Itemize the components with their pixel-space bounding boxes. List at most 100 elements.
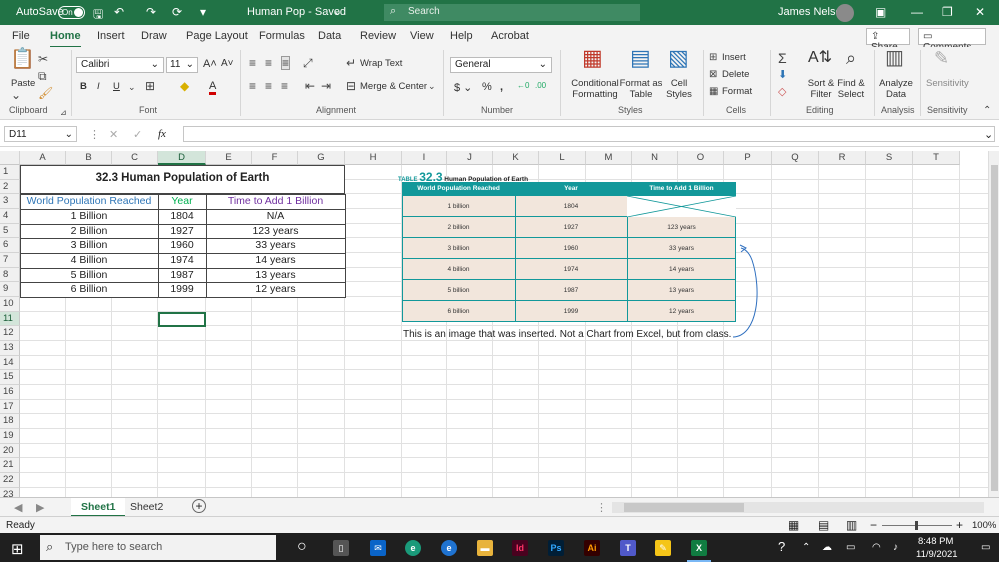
task-view-icon[interactable]: ▯ [333,540,349,556]
column-header[interactable]: N [632,151,678,165]
cancel-entry-icon[interactable]: ✕ [109,128,118,141]
chevron-down-icon[interactable]: ⌄ [11,89,21,101]
sensitivity-button[interactable]: Sensitivity [926,78,969,89]
find-select-icon[interactable]: ⌕ [846,49,856,67]
column-header[interactable]: E [206,151,252,165]
row-header[interactable]: 10 [0,297,20,312]
search-box[interactable]: ⌕ Search [384,4,640,21]
row-header[interactable]: 14 [0,355,20,371]
align-left-icon[interactable]: ≡ [249,80,256,92]
format-painter-icon[interactable]: 🖌 [38,87,53,99]
italic-button[interactable]: I [97,81,100,92]
insert-cells-button[interactable]: Insert [722,52,746,63]
next-sheet-icon[interactable]: ▶ [36,501,44,514]
column-header[interactable]: K [493,151,539,165]
column-header[interactable]: A [20,151,66,165]
dialog-launcher-icon[interactable]: ⊿ [60,107,67,119]
cell-styles-button[interactable]: Cell Styles [660,78,698,100]
name-box[interactable]: D11 ⌄ [4,126,77,142]
cut-icon[interactable]: ✂ [38,53,48,65]
percent-icon[interactable]: % [482,81,492,93]
orientation-icon[interactable]: ⤢ [303,57,313,69]
tab-acrobat[interactable]: Acrobat [491,30,529,42]
horizontal-scrollbar[interactable] [612,502,984,513]
row-header[interactable]: 23 [0,487,20,497]
row-header[interactable]: 21 [0,458,20,474]
minimize-icon[interactable]: — [911,5,923,19]
scroll-thumb[interactable] [624,503,744,512]
copy-icon[interactable]: ⧉ [38,70,47,82]
row-header[interactable]: 9 [0,282,20,298]
font-name-select[interactable]: Calibri ⌄ [76,57,164,73]
chevron-down-icon[interactable]: ⌄ [128,81,136,93]
scroll-thumb[interactable] [991,165,998,491]
bold-button[interactable]: B [80,81,87,92]
clock-time[interactable]: 8:48 PM [918,536,953,547]
align-center-icon[interactable]: ≡ [265,80,272,92]
column-header[interactable]: M [586,151,632,165]
cloud-icon[interactable]: ☁ [822,542,832,553]
currency-icon[interactable]: $ ⌄ [454,81,472,94]
page-layout-view-icon[interactable]: ▤ [818,518,829,532]
mail-icon[interactable]: ✉ [370,540,386,556]
autosave-toggle[interactable]: On [58,6,85,19]
borders-icon[interactable]: ⊞ [145,80,155,92]
comma-icon[interactable]: , [500,81,503,93]
number-format-select[interactable]: General ⌄ [450,57,552,73]
tab-data[interactable]: Data [318,30,341,42]
zoom-in-icon[interactable]: + [956,518,963,532]
conditional-formatting-button[interactable]: Conditional Formatting [568,78,622,100]
tab-sheet2[interactable]: Sheet2 [120,498,173,517]
cell-styles-icon[interactable]: ▧ [668,47,689,69]
decrease-decimal-icon[interactable]: .00 [535,81,546,90]
tab-view[interactable]: View [410,30,434,42]
close-icon[interactable]: ✕ [975,5,985,19]
row-header[interactable]: 18 [0,414,20,430]
inserted-image[interactable]: TABLE 32.3 Human Population of Earth Wor… [398,170,740,324]
column-header[interactable]: R [819,151,866,165]
paste-icon[interactable]: 📋 [10,49,35,69]
format-as-table-button[interactable]: Format as Table [618,78,664,100]
help-icon[interactable]: ? [778,539,785,554]
align-bottom-icon[interactable]: ≡ [281,56,291,70]
column-header[interactable]: G [298,151,345,165]
clear-icon[interactable]: ◇ [778,86,786,98]
column-header[interactable]: L [539,151,586,165]
row-header[interactable]: 12 [0,326,20,342]
column-header[interactable]: B [66,151,112,165]
document-title[interactable]: Human Pop - Saved [247,6,346,18]
comments-button[interactable]: ▭ Comments [918,28,986,53]
battery-icon[interactable]: ▭ [846,542,855,553]
more-icon[interactable]: ⋮ [89,128,100,141]
row-header[interactable]: 16 [0,385,20,400]
column-header[interactable]: Q [772,151,819,165]
notifications-icon[interactable]: ▭ [981,542,990,553]
font-size-select[interactable]: 11 ⌄ [166,57,198,73]
analyze-data-button[interactable]: Analyze Data [877,78,915,100]
decrease-indent-icon[interactable]: ⇤ [305,80,315,92]
align-top-icon[interactable]: ≡ [249,57,256,69]
tab-home[interactable]: Home [50,30,81,48]
taskbar-search[interactable]: ⌕ Type here to search [40,535,276,560]
font-color-icon[interactable]: A [209,80,217,95]
increase-font-icon[interactable]: A˄ [203,58,217,70]
tab-file[interactable]: File [12,30,30,42]
analyze-data-icon[interactable]: ▥ [885,48,904,68]
tab-sheet1[interactable]: Sheet1 [71,498,126,517]
sort-filter-button[interactable]: Sort & Filter [804,78,838,100]
row-header[interactable]: 20 [0,443,20,459]
excel-icon[interactable]: X [691,540,707,556]
tab-draw[interactable]: Draw [141,30,167,42]
zoom-level[interactable]: 100% [972,520,996,531]
tab-help[interactable]: Help [450,30,473,42]
zoom-out-icon[interactable]: − [870,518,877,532]
cortana-icon[interactable]: ○ [297,538,307,556]
add-sheet-icon[interactable]: + [192,499,206,513]
sort-filter-icon[interactable]: A⇅ [808,50,832,66]
column-header[interactable]: D [158,151,206,165]
select-all-corner[interactable] [0,151,20,165]
collapse-ribbon-icon[interactable]: ⌃ [983,105,991,117]
teams-icon[interactable]: T [620,540,636,556]
insert-function-icon[interactable]: fx [158,128,166,140]
row-header[interactable]: 11 [0,311,20,327]
